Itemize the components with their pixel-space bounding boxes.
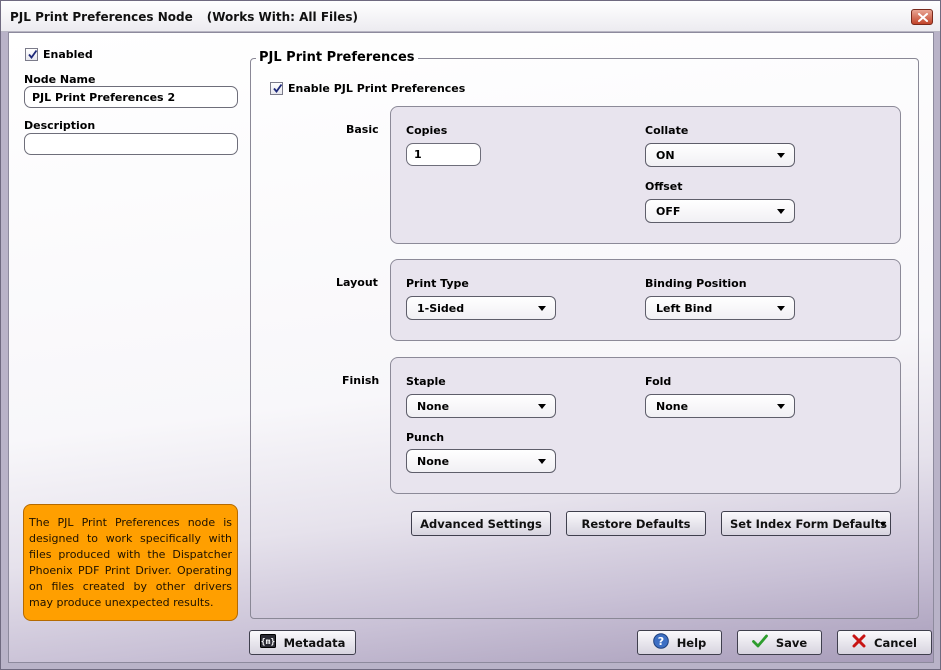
collate-value: ON bbox=[656, 149, 675, 162]
window-title-text: PJL Print Preferences Node bbox=[10, 10, 193, 24]
punch-label: Punch bbox=[406, 431, 445, 444]
enable-pjl-checkbox[interactable] bbox=[270, 82, 283, 95]
help-icon: ? bbox=[652, 633, 669, 652]
chevron-down-icon bbox=[538, 404, 546, 409]
cancel-button[interactable]: Cancel bbox=[837, 630, 932, 655]
window-works-with: (Works With: All Files) bbox=[206, 10, 359, 24]
pjl-preferences-title: PJL Print Preferences bbox=[256, 50, 418, 65]
fold-select[interactable]: None bbox=[645, 394, 795, 418]
staple-label: Staple bbox=[406, 375, 446, 388]
chevron-down-icon bbox=[777, 306, 785, 311]
enabled-checkbox-row[interactable]: Enabled bbox=[25, 48, 93, 61]
enable-pjl-label: Enable PJL Print Preferences bbox=[288, 82, 466, 95]
offset-label: Offset bbox=[645, 180, 683, 193]
node-name-input[interactable]: PJL Print Preferences 2 bbox=[24, 86, 238, 108]
fold-label: Fold bbox=[645, 375, 672, 388]
chevron-down-icon bbox=[777, 153, 785, 158]
checkmark-icon bbox=[751, 634, 768, 651]
fold-value: None bbox=[656, 400, 689, 413]
restore-defaults-button[interactable]: Restore Defaults bbox=[566, 511, 706, 536]
binding-position-value: Left Bind bbox=[656, 302, 713, 315]
enabled-label: Enabled bbox=[43, 48, 93, 61]
dialog-client-area: Enabled Node Name PJL Print Preferences … bbox=[8, 32, 934, 663]
cancel-label: Cancel bbox=[874, 635, 917, 650]
node-dialog: PJL Print Preferences Node (Works With: A… bbox=[0, 0, 941, 670]
svg-text:?: ? bbox=[657, 635, 663, 648]
save-label: Save bbox=[775, 635, 808, 650]
chevron-down-icon bbox=[538, 459, 546, 464]
print-type-select[interactable]: 1-Sided bbox=[406, 296, 556, 320]
description-input[interactable] bbox=[24, 133, 238, 155]
enable-pjl-checkbox-row[interactable]: Enable PJL Print Preferences bbox=[270, 82, 465, 95]
collate-select[interactable]: ON bbox=[645, 143, 795, 167]
binding-position-label: Binding Position bbox=[645, 277, 747, 290]
help-label: Help bbox=[676, 635, 707, 650]
help-button[interactable]: ? Help bbox=[637, 630, 722, 655]
punch-value: None bbox=[417, 455, 450, 468]
collate-label: Collate bbox=[645, 124, 689, 137]
left-panel: Enabled Node Name PJL Print Preferences … bbox=[9, 33, 245, 628]
finish-section-label: Finish bbox=[342, 374, 380, 387]
svg-text:{m}: {m} bbox=[260, 637, 275, 646]
copies-input[interactable]: 1 bbox=[406, 143, 481, 166]
chevron-down-icon bbox=[777, 404, 785, 409]
copies-label: Copies bbox=[406, 124, 448, 137]
binding-position-select[interactable]: Left Bind bbox=[645, 296, 795, 320]
metadata-icon: {m} bbox=[259, 634, 276, 651]
staple-select[interactable]: None bbox=[406, 394, 556, 418]
close-button[interactable] bbox=[911, 9, 933, 25]
offset-select[interactable]: OFF bbox=[645, 199, 795, 223]
punch-select[interactable]: None bbox=[406, 449, 556, 473]
title-bar: PJL Print Preferences Node (Works With: A… bbox=[1, 1, 940, 32]
print-type-label: Print Type bbox=[406, 277, 469, 290]
node-name-label: Node Name bbox=[24, 73, 96, 86]
chevron-down-icon bbox=[538, 306, 546, 311]
set-index-form-defaults-label: Set Index Form Defaults bbox=[730, 516, 888, 531]
staple-value: None bbox=[417, 400, 450, 413]
advanced-settings-button[interactable]: Advanced Settings bbox=[411, 511, 551, 536]
cross-icon bbox=[852, 634, 866, 651]
window-title: PJL Print Preferences Node (Works With: A… bbox=[10, 10, 372, 24]
enabled-checkbox[interactable] bbox=[25, 48, 38, 61]
layout-section-label: Layout bbox=[336, 276, 378, 289]
print-type-value: 1-Sided bbox=[417, 302, 465, 315]
description-label: Description bbox=[24, 119, 96, 132]
basic-section-label: Basic bbox=[346, 123, 379, 136]
checkmark-icon bbox=[28, 49, 38, 59]
close-icon bbox=[918, 13, 928, 22]
offset-value: OFF bbox=[656, 205, 681, 218]
driver-warning-note: The PJL Print Preferences node is design… bbox=[23, 504, 238, 621]
save-button[interactable]: Save bbox=[737, 630, 822, 655]
metadata-label: Metadata bbox=[283, 635, 346, 650]
chevron-down-icon bbox=[777, 209, 785, 214]
metadata-button[interactable]: {m} Metadata bbox=[249, 630, 356, 655]
set-index-form-defaults-button[interactable]: Set Index Form Defaults bbox=[721, 511, 891, 536]
chevron-down-icon bbox=[880, 522, 886, 527]
checkmark-icon bbox=[273, 83, 283, 93]
